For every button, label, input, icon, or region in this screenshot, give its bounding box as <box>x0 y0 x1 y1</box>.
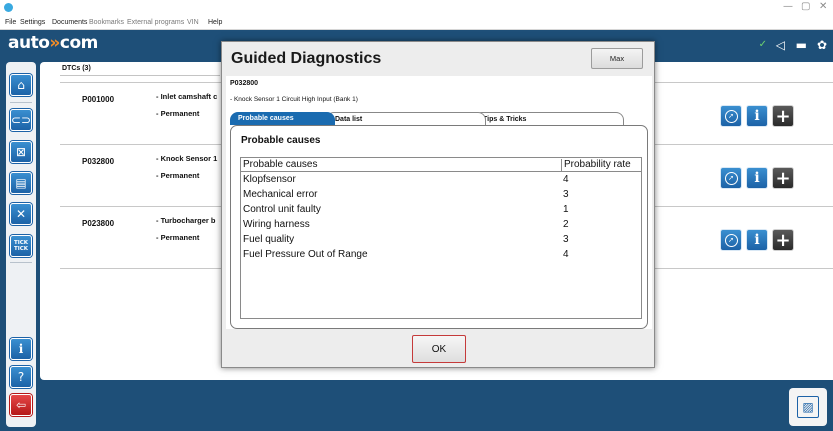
tick-tick-icon[interactable]: TICK TICK <box>10 235 32 257</box>
probability-cell: 3 <box>563 189 569 200</box>
menu-external-programs[interactable]: External programs <box>127 19 184 26</box>
settings-gear-icon[interactable]: ✿ <box>817 38 827 52</box>
add-button[interactable]: + <box>772 105 794 127</box>
plus-icon: + <box>775 229 791 251</box>
probability-cell: 4 <box>563 174 569 185</box>
menu-settings[interactable]: Settings <box>20 19 45 26</box>
back-arrow-icon[interactable]: ⇦ <box>10 394 32 416</box>
window-title-bar: — ▢ ✕ <box>0 0 833 16</box>
dtc-full-description: - Knock Sensor 1 Circuit High Input (Ban… <box>230 96 358 103</box>
guided-diagnostics-button[interactable]: ➚ <box>720 105 742 127</box>
app-icon <box>4 3 13 12</box>
tab-tips-tricks[interactable]: Tips & Tricks <box>474 112 624 125</box>
autocom-logo: auto»com <box>8 33 98 53</box>
sidebar-divider <box>10 102 32 103</box>
cause-cell: Klopfsensor <box>243 174 296 185</box>
plus-icon: + <box>775 105 791 127</box>
menu-file[interactable]: File <box>5 19 16 26</box>
dialog-title: Guided Diagnostics <box>231 50 382 67</box>
dtc-tab-label: DTCs (3) <box>62 65 91 72</box>
table-row[interactable]: Fuel quality 3 <box>241 233 641 248</box>
megaphone-icon[interactable]: ◁ <box>776 38 785 52</box>
guided-diagnostics-button[interactable]: ➚ <box>720 229 742 251</box>
info-icon: i <box>754 170 760 186</box>
info-button[interactable]: i <box>746 105 768 127</box>
compass-icon: ➚ <box>724 109 738 123</box>
menu-bar: File Settings Documents Bookmarks Extern… <box>0 16 833 30</box>
close-window-button[interactable]: ✕ <box>819 1 827 12</box>
dialog-body: P032800 - Knock Sensor 1 Circuit High In… <box>226 76 652 329</box>
dialog-tabs: Tips & Tricks Data list Probable causes <box>230 112 630 126</box>
compass-icon: ➚ <box>724 233 738 247</box>
probability-cell: 4 <box>563 249 569 260</box>
info-icon: i <box>754 232 760 248</box>
home-icon[interactable]: ⌂ <box>10 74 32 96</box>
cause-cell: Fuel Pressure Out of Range <box>243 249 368 260</box>
probability-cell: 3 <box>563 234 569 245</box>
check-icon: ✓ <box>758 39 767 50</box>
maximize-button[interactable]: ▢ <box>801 1 810 12</box>
dtc-code: P032800 <box>82 157 115 166</box>
probability-cell: 2 <box>563 219 569 230</box>
ok-button[interactable]: OK <box>412 335 466 363</box>
column-header-probability[interactable]: Probability rate <box>561 159 631 172</box>
menu-documents[interactable]: Documents <box>52 19 87 26</box>
vehicle-connect-icon[interactable]: ⊂⊃ <box>10 109 32 131</box>
dtc-description: - Knock Sensor 1 <box>156 154 218 163</box>
dtc-description: - Inlet camshaft c <box>156 92 218 101</box>
add-button[interactable]: + <box>772 167 794 189</box>
cause-cell: Mechanical error <box>243 189 318 200</box>
cause-cell: Wiring harness <box>243 219 310 230</box>
component-icon[interactable]: ⊠ <box>10 141 32 163</box>
cause-cell: Fuel quality <box>243 234 295 245</box>
table-header: Probable causes Probability rate <box>241 158 641 172</box>
section-title: Probable causes <box>241 135 321 146</box>
table-row[interactable]: Fuel Pressure Out of Range 4 <box>241 248 641 263</box>
tools-icon[interactable]: ✕ <box>10 203 32 225</box>
dtc-code: P001000 <box>82 95 115 104</box>
table-row[interactable]: Wiring harness 2 <box>241 218 641 233</box>
guided-diagnostics-button[interactable]: ➚ <box>720 167 742 189</box>
menu-help[interactable]: Help <box>208 19 222 26</box>
dtc-status: - Permanent <box>156 171 200 180</box>
table-row[interactable]: Control unit faulty 1 <box>241 203 641 218</box>
probability-cell: 1 <box>563 204 569 215</box>
plus-icon: + <box>775 167 791 189</box>
screenshot-button[interactable]: ▨ <box>789 388 827 426</box>
battery-icon[interactable]: ▬ <box>796 38 807 52</box>
dtc-status: - Permanent <box>156 109 200 118</box>
tab-data-list[interactable]: Data list <box>326 112 486 125</box>
dtc-status: - Permanent <box>156 233 200 242</box>
help-icon[interactable]: ? <box>10 366 32 388</box>
probable-causes-table: Probable causes Probability rate Klopfse… <box>240 157 642 319</box>
dtc-code: P032800 <box>230 80 259 87</box>
sidebar: ⌂ ⊂⊃ ⊠ ▤ ✕ TICK TICK i ? ⇦ <box>6 62 36 427</box>
dtc-description: - Turbocharger b <box>156 216 216 225</box>
sidebar-divider <box>10 262 32 263</box>
info-button[interactable]: i <box>746 229 768 251</box>
column-header-cause[interactable]: Probable causes <box>243 159 318 170</box>
max-button[interactable]: Max <box>591 48 643 69</box>
dtc-code: P023800 <box>82 219 115 228</box>
report-icon[interactable]: ▤ <box>10 172 32 194</box>
compass-icon: ➚ <box>724 171 738 185</box>
info-button[interactable]: i <box>746 167 768 189</box>
guided-diagnostics-dialog: Guided Diagnostics Max P032800 - Knock S… <box>221 41 655 368</box>
cause-cell: Control unit faulty <box>243 204 321 215</box>
minimize-button[interactable]: — <box>783 1 793 12</box>
table-row[interactable]: Mechanical error 3 <box>241 188 641 203</box>
info-icon[interactable]: i <box>10 338 32 360</box>
menu-bookmarks[interactable]: Bookmarks <box>89 19 124 26</box>
screenshot-icon: ▨ <box>797 396 819 418</box>
info-icon: i <box>754 108 760 124</box>
table-row[interactable]: Klopfsensor 4 <box>241 173 641 188</box>
probable-causes-panel: Probable causes Probable causes Probabil… <box>230 125 648 329</box>
add-button[interactable]: + <box>772 229 794 251</box>
tab-probable-causes[interactable]: Probable causes <box>230 112 335 125</box>
menu-vin[interactable]: VIN <box>187 19 199 26</box>
